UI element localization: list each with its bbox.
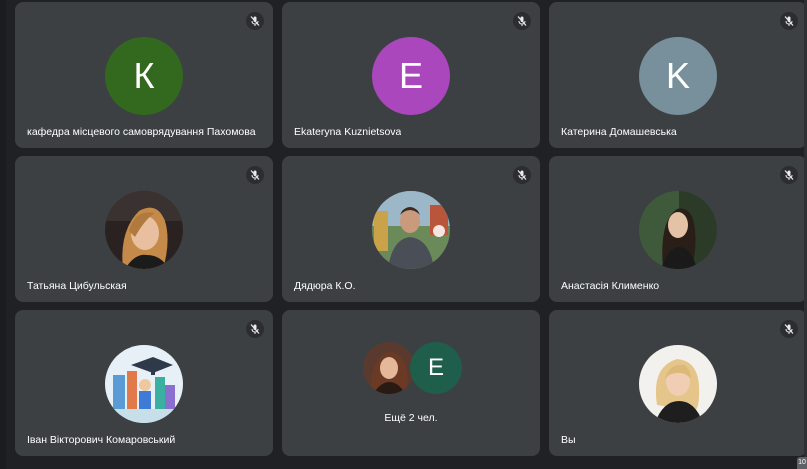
mic-off-icon <box>246 166 264 184</box>
avatar-photo <box>105 345 183 423</box>
avatar: E <box>372 37 450 115</box>
participant-tile[interactable]: К кафедра місцевого самоврядування Пахом… <box>15 2 273 148</box>
avatar: K <box>639 37 717 115</box>
participant-name: кафедра місцевого самоврядування Пахомов… <box>27 126 256 138</box>
avatar-photo <box>372 191 450 269</box>
participant-tile[interactable]: Іван Вікторович Комаровський <box>15 310 273 456</box>
mic-off-icon <box>780 320 798 338</box>
participant-tile[interactable]: Татьяна Цибульская <box>15 156 273 302</box>
participant-name: Іван Вікторович Комаровський <box>27 434 176 446</box>
avatar-photo <box>105 191 183 269</box>
mic-off-icon <box>780 166 798 184</box>
participant-name: Ekateryna Kuznietsova <box>294 126 402 138</box>
mic-off-icon <box>246 12 264 30</box>
mic-off-icon <box>513 12 531 30</box>
avatar: E <box>410 342 462 394</box>
mic-off-icon <box>780 12 798 30</box>
more-participants-label: Ещё 2 чел. <box>384 412 438 424</box>
participant-tile[interactable]: E Ekateryna Kuznietsova <box>282 2 540 148</box>
participant-name: Анастасія Клименко <box>561 280 660 292</box>
more-participants-tile[interactable]: E Ещё 2 чел. <box>282 310 540 456</box>
participant-tile[interactable]: Дядюра К.О. <box>282 156 540 302</box>
participant-tile[interactable]: K Катерина Домашевська <box>549 2 807 148</box>
participant-name: Татьяна Цибульская <box>27 280 127 292</box>
more-avatars: E <box>282 342 540 396</box>
mic-off-icon <box>246 320 264 338</box>
avatar-photo <box>639 345 717 423</box>
avatar-photo <box>639 191 717 269</box>
participant-grid: К кафедра місцевого самоврядування Пахом… <box>0 0 807 469</box>
corner-badge: 10 <box>797 457 807 469</box>
avatar: К <box>105 37 183 115</box>
avatar-photo <box>363 342 415 394</box>
self-tile[interactable]: Вы <box>549 310 807 456</box>
participant-name: Дядюра К.О. <box>294 280 356 292</box>
mic-off-icon <box>513 166 531 184</box>
participant-name: Катерина Домашевська <box>561 126 677 138</box>
participant-tile[interactable]: Анастасія Клименко <box>549 156 807 302</box>
participant-name: Вы <box>561 434 576 446</box>
